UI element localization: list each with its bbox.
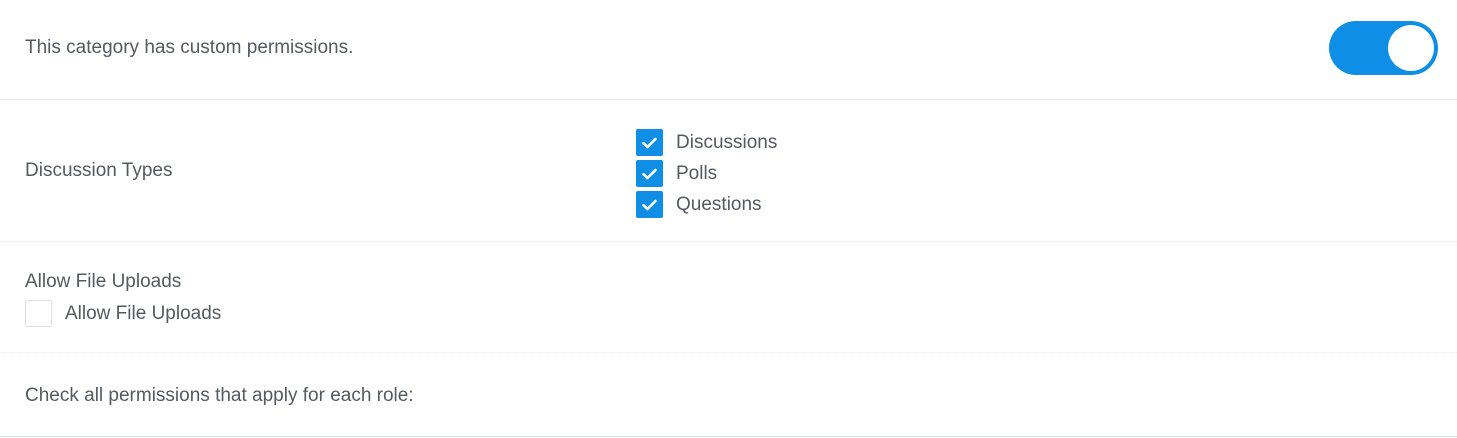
file-uploads-label: Allow File Uploads (25, 271, 182, 292)
discussion-type-label: Questions (676, 193, 762, 215)
role-permissions-row: Check all permissions that apply for eac… (0, 353, 1457, 437)
discussion-types-label: Discussion Types (25, 160, 173, 181)
custom-permissions-label: This category has custom permissions. (25, 37, 354, 58)
checkbox-questions[interactable] (636, 191, 663, 218)
checkbox-discussions[interactable] (636, 129, 663, 156)
custom-permissions-toggle[interactable] (1329, 21, 1438, 75)
discussion-type-label: Polls (676, 162, 718, 184)
discussion-types-row: Discussion Types Discussions Polls Quest… (0, 100, 1457, 242)
check-icon (642, 199, 657, 210)
discussion-type-polls[interactable]: Polls (636, 158, 777, 189)
allow-file-uploads-checkbox[interactable] (25, 300, 52, 327)
discussion-type-discussions[interactable]: Discussions (636, 127, 777, 158)
check-icon (642, 168, 657, 179)
allow-file-uploads-option-label: Allow File Uploads (65, 302, 222, 324)
allow-file-uploads-option[interactable]: Allow File Uploads (25, 298, 221, 329)
custom-permissions-row: This category has custom permissions. (0, 0, 1457, 100)
discussion-type-questions[interactable]: Questions (636, 189, 777, 220)
role-permissions-label: Check all permissions that apply for eac… (25, 385, 414, 406)
toggle-knob (1388, 25, 1434, 71)
discussion-types-list: Discussions Polls Questions (636, 127, 777, 220)
checkbox-polls[interactable] (636, 160, 663, 187)
discussion-type-label: Discussions (676, 131, 778, 153)
check-icon (642, 137, 657, 148)
category-permissions-form: This category has custom permissions. Di… (0, 0, 1457, 438)
file-uploads-row: Allow File Uploads Allow File Uploads (0, 242, 1457, 353)
